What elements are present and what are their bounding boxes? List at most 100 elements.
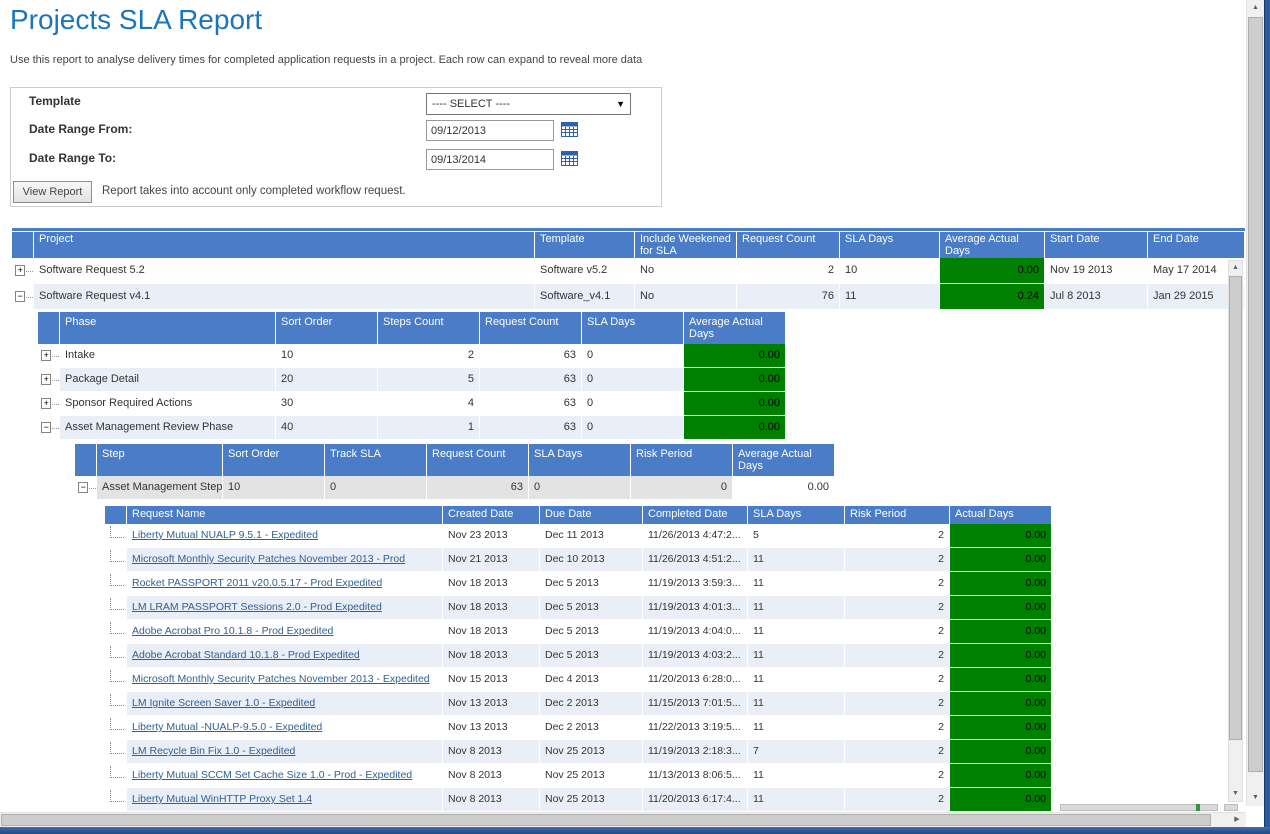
request-name-link[interactable]: Adobe Acrobat Pro 10.1.8 - Prod Expedite…	[132, 625, 333, 637]
cell-phase: Package Detail	[60, 368, 276, 392]
calendar-icon	[561, 150, 579, 167]
cell-name: LM Recycle Bin Fix 1.0 - Expedited	[127, 740, 443, 764]
request-name-link[interactable]: Microsoft Monthly Security Patches Novem…	[132, 553, 405, 565]
request-row: LM Ignite Screen Saver 1.0 - Expedited No…	[105, 692, 1052, 716]
date-to-picker-button[interactable]	[560, 150, 579, 168]
horizontal-scrollbar[interactable]: ▶	[0, 812, 1246, 827]
collapse-icon[interactable]: −	[78, 482, 88, 493]
main-row: +Software Request 5.2Software v5.2No2100…	[12, 258, 1245, 284]
cell-name: Rocket PASSPORT 2011 v20.0.5.17 - Prod E…	[127, 572, 443, 596]
request-name-link[interactable]: LM LRAM PASSPORT Sessions 2.0 - Prod Exp…	[132, 601, 382, 613]
col-header-weekend: Include Weekened for SLA	[635, 232, 737, 258]
table-scrollbar-thumb[interactable]	[1229, 276, 1242, 740]
cell-risk_period: 2	[845, 620, 950, 644]
collapse-icon[interactable]: −	[41, 422, 51, 433]
tree-connector-icon	[110, 526, 124, 538]
request-name-link[interactable]: LM Ignite Screen Saver 1.0 - Expedited	[132, 697, 315, 709]
phase-row: +Package Detail2056300.00	[38, 368, 786, 392]
request-name-link[interactable]: Adobe Acrobat Standard 10.1.8 - Prod Exp…	[132, 649, 360, 661]
date-from-picker-button[interactable]	[560, 121, 579, 139]
date-to-input[interactable]	[426, 149, 554, 170]
template-select[interactable]: ---- SELECT ---- ▼	[426, 93, 631, 115]
dropdown-arrow-icon: ▼	[616, 94, 625, 114]
date-from-input[interactable]	[426, 120, 554, 141]
table-vertical-scrollbar[interactable]: ▲ ▼	[1228, 260, 1243, 802]
cell-actual_days: 0.00	[950, 788, 1052, 812]
request-name-link[interactable]: Microsoft Monthly Security Patches Novem…	[132, 673, 430, 685]
scroll-right-icon[interactable]: ▶	[1229, 813, 1245, 827]
scroll-down-icon[interactable]: ▼	[1229, 787, 1242, 801]
request-name-link[interactable]: Liberty Mutual NUALP 9.5.1 - Expedited	[132, 529, 318, 541]
projects-table: ProjectTemplateInclude Weekened for SLAR…	[12, 232, 1245, 310]
cell-actual_days: 0.00	[950, 620, 1052, 644]
request-name-link[interactable]: Liberty Mutual -NUALP-9.5.0 - Expedited	[132, 721, 322, 733]
cell-risk_period: 2	[845, 788, 950, 812]
cell-created: Nov 23 2013	[443, 524, 540, 548]
cell-request_count: 63	[427, 476, 529, 500]
request-name-link[interactable]: Rocket PASSPORT 2011 v20.0.5.17 - Prod E…	[132, 577, 382, 589]
date-from-label: Date Range From:	[29, 122, 132, 136]
cell-name: Liberty Mutual -NUALP-9.5.0 - Expedited	[127, 716, 443, 740]
tree-connector-icon	[110, 766, 124, 778]
col-header-created: Created Date	[443, 506, 540, 524]
cell-completed: 11/22/2013 3:19:5...	[643, 716, 748, 740]
cell-step: Asset Management Step	[97, 476, 223, 500]
expand-cell	[105, 668, 127, 692]
request-name-link[interactable]: Liberty Mutual SCCM Set Cache Size 1.0 -…	[132, 769, 412, 781]
horizontal-scrollbar-thumb[interactable]	[1, 814, 1211, 826]
cell-actual_days: 0.00	[950, 524, 1052, 548]
col-header-track_sla: Track SLA	[325, 444, 427, 476]
cell-name: Adobe Acrobat Pro 10.1.8 - Prod Expedite…	[127, 620, 443, 644]
cell-name: LM Ignite Screen Saver 1.0 - Expedited	[127, 692, 443, 716]
cell-sla_days: 11	[748, 668, 845, 692]
col-header-avg_actual: Average Actual Days	[684, 312, 786, 344]
expand-cell: +	[12, 258, 34, 284]
projects-table-top-border	[12, 228, 1245, 231]
cell-created: Nov 8 2013	[443, 764, 540, 788]
cell-due: Dec 11 2013	[540, 524, 643, 548]
expand-cell	[105, 620, 127, 644]
cell-sla_days: 11	[748, 692, 845, 716]
expand-cell	[105, 524, 127, 548]
expand-cell	[105, 764, 127, 788]
request-row: Liberty Mutual WinHTTP Proxy Set 1.4Nov …	[105, 788, 1052, 812]
cell-steps_count: 5	[378, 368, 480, 392]
cell-created: Nov 18 2013	[443, 572, 540, 596]
request-name-link[interactable]: LM Recycle Bin Fix 1.0 - Expedited	[132, 745, 295, 757]
tree-connector-icon	[110, 670, 124, 682]
request-name-link[interactable]: Liberty Mutual WinHTTP Proxy Set 1.4	[132, 793, 312, 805]
expand-icon[interactable]: +	[41, 374, 51, 385]
cell-weekend: No	[635, 258, 737, 284]
phase-row: +Sponsor Required Actions3046300.00	[38, 392, 786, 416]
page-scrollbar-thumb[interactable]	[1248, 17, 1263, 772]
cell-sla_days: 11	[748, 548, 845, 572]
scroll-up-icon[interactable]: ▲	[1229, 261, 1242, 275]
cell-actual_days: 0.00	[950, 692, 1052, 716]
cell-risk_period: 0	[631, 476, 733, 500]
clipped-ui-fragment	[1060, 804, 1218, 811]
cell-completed: 11/26/2013 4:51:2...	[643, 548, 748, 572]
scroll-up-icon[interactable]: ▲	[1247, 0, 1264, 16]
cell-project: Software Request 5.2	[34, 258, 535, 284]
cell-name: Microsoft Monthly Security Patches Novem…	[127, 548, 443, 572]
col-header-step: Step	[97, 444, 223, 476]
cell-created: Nov 13 2013	[443, 692, 540, 716]
collapse-icon[interactable]: −	[15, 291, 25, 302]
expand-icon[interactable]: +	[41, 398, 51, 409]
cell-name: Microsoft Monthly Security Patches Novem…	[127, 668, 443, 692]
expand-icon[interactable]: +	[41, 350, 51, 361]
cell-completed: 11/19/2013 4:04:0...	[643, 620, 748, 644]
cell-sla_days: 7	[748, 740, 845, 764]
col-header-expand	[105, 506, 127, 524]
page-vertical-scrollbar[interactable]: ▲ ▼	[1246, 0, 1264, 806]
expand-cell: +	[38, 368, 60, 392]
tree-connector-icon	[110, 718, 124, 730]
tree-connector-icon	[110, 598, 124, 610]
page-title: Projects SLA Report	[10, 4, 262, 36]
expand-cell: −	[38, 416, 60, 440]
scroll-down-icon[interactable]: ▼	[1247, 790, 1264, 806]
expand-icon[interactable]: +	[15, 265, 25, 276]
cell-due: Dec 10 2013	[540, 548, 643, 572]
cell-completed: 11/15/2013 7:01:5...	[643, 692, 748, 716]
view-report-button[interactable]: View Report	[13, 181, 92, 203]
